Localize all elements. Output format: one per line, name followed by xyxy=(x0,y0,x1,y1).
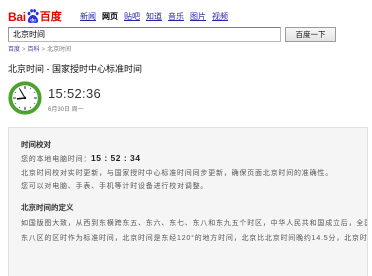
nav-item-music[interactable]: 音乐 xyxy=(168,12,184,22)
breadcrumb-separator: > xyxy=(41,47,46,53)
definition-heading: 北京时间的定义 xyxy=(21,203,74,212)
definition-text-line: 如国版图大致，从西到东横跨东五、东六、东七、东八和东九五个时区，中华人民共和国成… xyxy=(21,220,367,227)
breadcrumb: 百度 > 百科 > 北京时间 xyxy=(8,46,71,54)
paw-icon: du xyxy=(27,9,39,24)
search-input[interactable] xyxy=(8,27,281,42)
current-time: 15:52:36 xyxy=(48,86,102,101)
calibration-heading: 时间校对 xyxy=(21,140,51,149)
breadcrumb-item-baidu[interactable]: 百度 xyxy=(8,47,20,53)
logo-text-du: du xyxy=(30,18,36,23)
local-time-value: 15 : 52 : 34 xyxy=(91,153,141,163)
definition-text-line: 东八区的区时作为标准时间，北京时间是东经120°的地方时间，北京比北京时间晚约1… xyxy=(21,235,368,242)
baidu-logo[interactable]: Bai du 百度 xyxy=(8,8,62,24)
logo-text-bai: Bai xyxy=(8,10,26,24)
nav-item-video[interactable]: 视频 xyxy=(212,12,228,22)
local-time-label: 您的本地电脑时间： xyxy=(21,156,92,163)
nav-item-web[interactable]: 网页 xyxy=(102,12,118,22)
breadcrumb-item-baike[interactable]: 百科 xyxy=(28,47,40,53)
breadcrumb-item-current: 北京时间 xyxy=(47,47,72,53)
logo-text-baidu-cn: 百度 xyxy=(39,11,62,23)
search-button[interactable]: 百度一下 xyxy=(285,27,336,42)
nav-item-zhidao[interactable]: 知道 xyxy=(146,12,162,22)
info-box: 时间校对 您的本地电脑时间： 15 : 52 : 34 北京时间校对实时更新，与… xyxy=(8,127,368,276)
breadcrumb-separator: > xyxy=(22,47,26,53)
calibration-text-line: 北京时间校对实时更新，与国家授时中心标准时间同步更新，确保页面北京时间的准确性。 xyxy=(21,170,333,177)
nav-item-tieba[interactable]: 贴吧 xyxy=(124,12,140,22)
top-nav: 新闻 网页 贴吧 知道 音乐 图片 视频 xyxy=(80,12,228,22)
calibration-text-line: 您可以对电脑、手表、手机等计时设备进行校对调整。 xyxy=(21,183,209,190)
result-title[interactable]: 北京时间 - 国家授时中心标准时间 xyxy=(8,64,142,75)
nav-item-images[interactable]: 图片 xyxy=(190,12,206,22)
clock-icon xyxy=(8,81,42,115)
nav-item-news[interactable]: 新闻 xyxy=(80,12,96,22)
current-date: 6月30日 周一 xyxy=(48,107,84,113)
